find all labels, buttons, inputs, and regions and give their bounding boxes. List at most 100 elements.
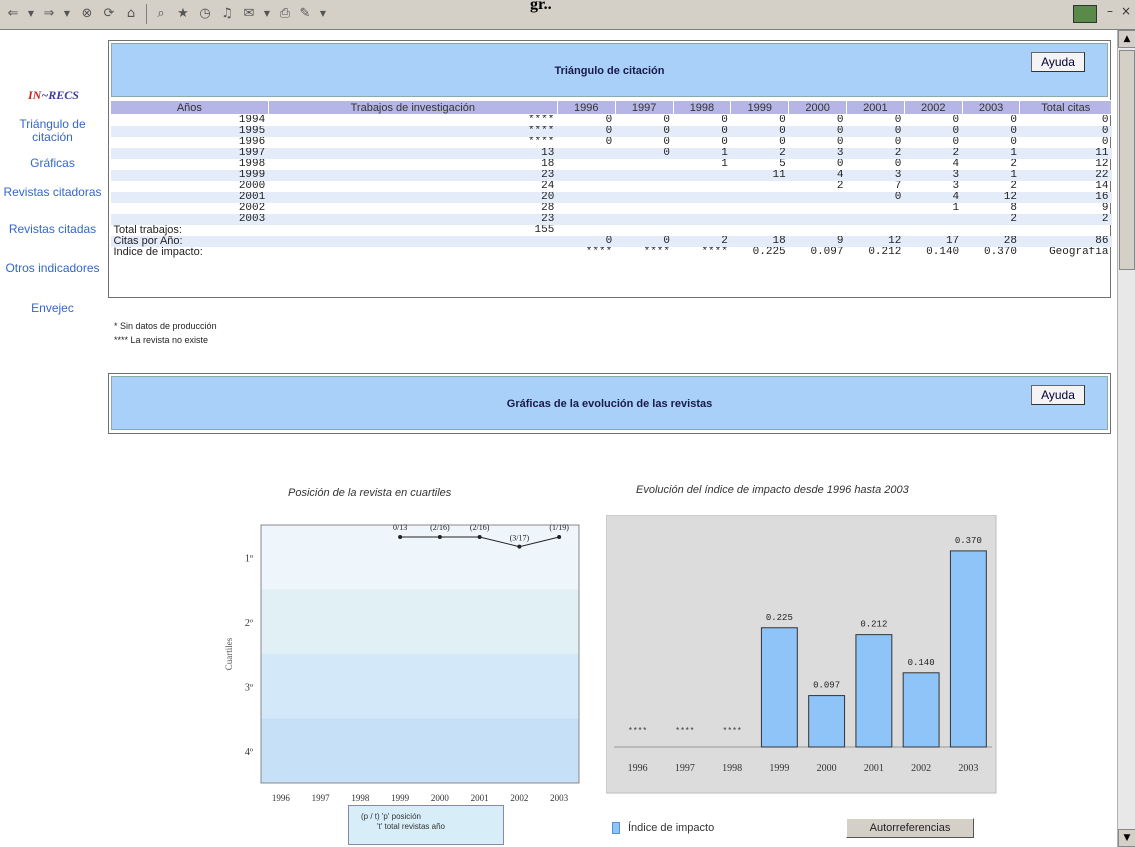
sidebar-item-revistas-citadas[interactable]: Revistas citadas: [0, 223, 105, 236]
y-tick-label: 2º: [245, 618, 253, 629]
x-tick-label: 1998: [722, 763, 742, 774]
table-cell: 2: [904, 148, 963, 159]
print-icon[interactable]: ⎙: [276, 5, 294, 23]
x-tick-label: 1999: [391, 793, 410, 803]
summary-cell: [1020, 225, 1112, 236]
graphs-help-button[interactable]: Ayuda: [1031, 385, 1085, 405]
x-tick-label: 2003: [550, 793, 569, 803]
summary-cell: 0.140: [926, 247, 960, 258]
scroll-thumb[interactable]: [1119, 50, 1135, 270]
table-cell: [673, 203, 731, 214]
impact-chart: 1996 **** 1997 **** 1998 **** 1999 0.225 2000 0.0…: [606, 515, 997, 794]
point-label: (3/17): [510, 534, 530, 543]
table-cell: [847, 203, 905, 214]
table-cell: 1998: [238, 159, 266, 170]
home-icon[interactable]: ⌂: [122, 5, 140, 23]
impact-chart-title: Evolución del índice de impacto desde 19…: [636, 484, 909, 496]
window-title: gr..: [530, 0, 552, 13]
x-tick-label: 2001: [471, 793, 489, 803]
table-cell: 0: [1010, 137, 1017, 148]
x-tick-label: 1998: [351, 793, 370, 803]
quartile-band: [261, 654, 579, 719]
table-cell: 3: [846, 170, 905, 181]
summary-cell: 18: [730, 236, 789, 247]
in-recs-logo: IN~RECS: [28, 88, 79, 102]
bar-label: 0.212: [860, 620, 887, 630]
table-cell: 3: [952, 181, 960, 192]
citation-table: Años Trabajos de investigación 1996 1997 199…: [110, 100, 1112, 258]
summary-cell: ****: [585, 247, 613, 258]
summary-cell: [789, 225, 847, 236]
table-cell: [557, 181, 615, 192]
minimize-icon[interactable]: –: [1107, 4, 1113, 18]
close-icon[interactable]: ×: [1121, 4, 1131, 18]
table-cell: 0: [846, 126, 905, 137]
table-cell: 0: [721, 114, 728, 126]
table-cell: [673, 214, 731, 225]
table-cell: 1: [962, 148, 1020, 159]
edit-icon[interactable]: ✎: [296, 5, 314, 23]
table-cell: [615, 170, 674, 181]
table-cell: 5: [779, 159, 786, 170]
table-cell: 0: [615, 148, 674, 159]
forward-dropdown-icon[interactable]: ▼: [58, 5, 76, 23]
x-tick-label: 2002: [911, 763, 931, 774]
refresh-icon[interactable]: ⟳: [100, 5, 118, 23]
summary-cell: 0: [557, 236, 616, 247]
table-cell: [557, 203, 615, 214]
table-cell: 9: [1101, 203, 1109, 214]
search-icon[interactable]: ⌕: [152, 5, 170, 23]
history-icon[interactable]: ◷: [196, 5, 214, 23]
sidebar-item-revistas-citadoras[interactable]: Revistas citadoras: [0, 186, 105, 199]
column-header: 1999: [730, 100, 790, 115]
forward-icon[interactable]: ⇒: [40, 5, 58, 23]
table-cell: 0: [1101, 137, 1109, 148]
point-label: (2/16): [430, 523, 450, 532]
data-point: [477, 535, 482, 539]
table-cell: 0: [1101, 114, 1109, 126]
table-cell: [615, 203, 673, 214]
table-cell: 2: [1010, 159, 1017, 170]
table-cell: 0: [673, 126, 731, 137]
back-icon[interactable]: ⇐: [4, 5, 22, 23]
scroll-up-icon[interactable]: ▲: [1118, 30, 1135, 48]
sidebar-item-triangulo[interactable]: Triángulo de citación: [0, 118, 105, 144]
table-cell: 1: [721, 159, 728, 170]
citation-panel-header: Triángulo de citación Ayuda: [111, 43, 1108, 97]
stop-icon[interactable]: ⊗: [78, 5, 96, 23]
table-cell: 1994: [238, 114, 266, 126]
table-cell: 8: [1010, 203, 1017, 214]
table-cell: 1997: [110, 148, 269, 159]
autorreferencias-button[interactable]: Autorreferencias: [846, 818, 974, 838]
mail-icon[interactable]: ✉: [240, 5, 258, 23]
quartile-band: [261, 525, 579, 590]
sidebar-item-otros-indicadores[interactable]: Otros indicadores: [0, 262, 105, 275]
x-tick-label: 1996: [628, 763, 648, 774]
table-cell: 0: [730, 126, 789, 137]
y-axis-label: Cuartiles: [224, 637, 234, 670]
table-cell: 0: [894, 159, 902, 170]
summary-value: 155: [534, 225, 555, 236]
x-tick-label: 2000: [817, 763, 837, 774]
edit-dropdown-icon[interactable]: ▼: [314, 5, 332, 23]
favorites-icon[interactable]: ★: [174, 5, 192, 23]
back-dropdown-icon[interactable]: ▼: [22, 5, 40, 23]
point-label: (2/16): [470, 523, 490, 532]
table-cell: 2: [730, 148, 789, 159]
x-tick-label: 1997: [312, 793, 331, 803]
sidebar-item-envejec[interactable]: Envejec: [0, 302, 105, 315]
sidebar-item-graficas[interactable]: Gráficas: [0, 157, 105, 170]
column-header: 2000: [788, 100, 847, 115]
data-point: [517, 544, 522, 549]
bar: [760, 627, 798, 748]
table-cell: ****: [527, 114, 555, 126]
media-icon[interactable]: ♫: [218, 5, 236, 23]
scroll-down-icon[interactable]: ▼: [1118, 829, 1135, 847]
vertical-scrollbar[interactable]: ▲ ▼: [1117, 30, 1135, 847]
citation-help-button[interactable]: Ayuda: [1031, 52, 1085, 72]
table-cell: 2: [846, 148, 905, 159]
table-cell: 13: [268, 148, 558, 159]
windows-logo-icon: [1073, 5, 1097, 23]
table-cell: 4: [788, 170, 847, 181]
mail-dropdown-icon[interactable]: ▼: [258, 5, 276, 23]
